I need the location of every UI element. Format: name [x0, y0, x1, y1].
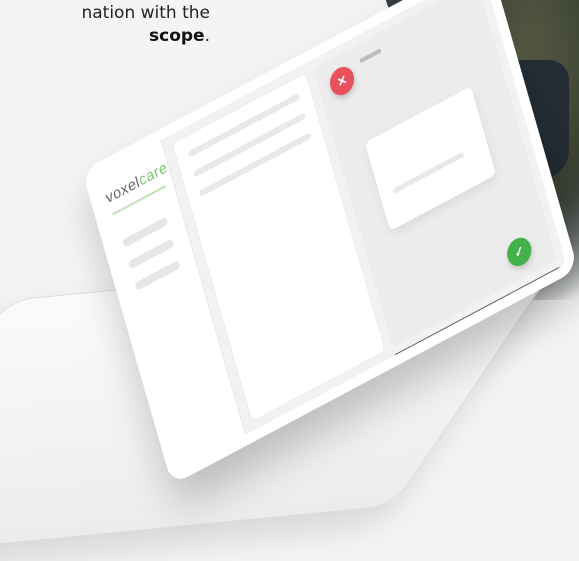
call-card-bar — [392, 151, 465, 195]
phone-end-icon: ✕ — [335, 71, 349, 91]
end-call-button[interactable]: ✕ — [326, 62, 358, 100]
tablet-device: voxelcare ✕ ✓ — [60, 0, 579, 486]
incoming-call-card — [364, 86, 497, 232]
tablet-screen: voxelcare ✕ ✓ — [93, 0, 567, 471]
call-status-indicator — [359, 48, 382, 64]
phone-accept-icon: ✓ — [512, 242, 526, 262]
sidebar-items — [122, 216, 185, 304]
accept-call-button[interactable]: ✓ — [504, 233, 535, 271]
sidebar-item[interactable] — [134, 259, 181, 292]
